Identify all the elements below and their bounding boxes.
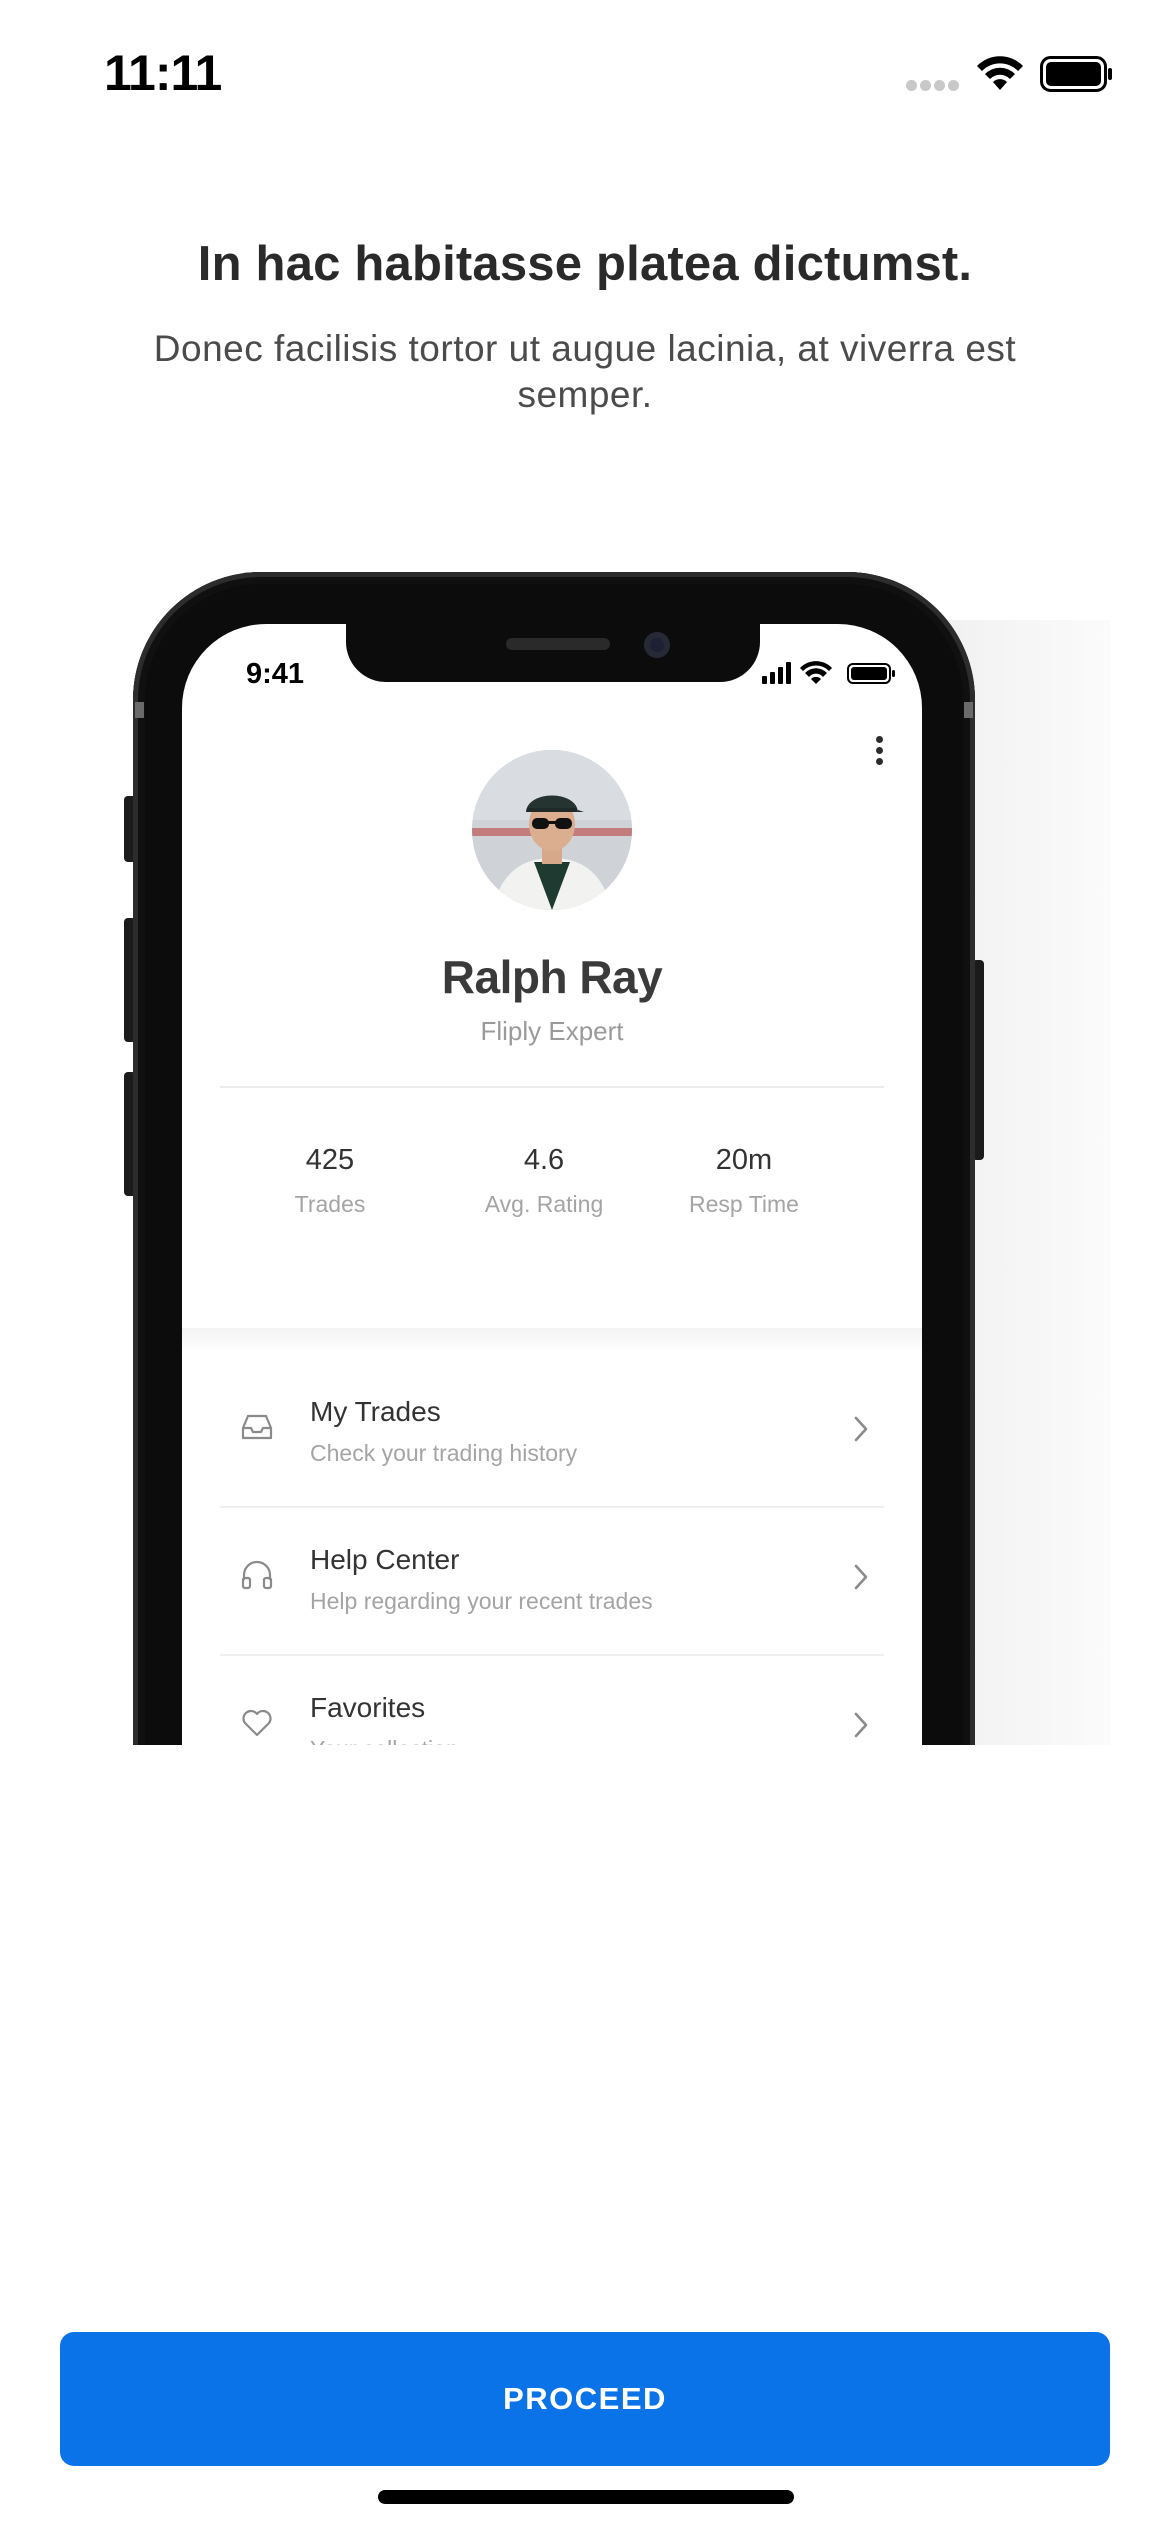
section-separator: [182, 1328, 922, 1352]
avatar-photo: [472, 750, 632, 910]
home-indicator: [378, 2490, 794, 2504]
mock-battery-icon: [847, 663, 895, 684]
phone-screen: 9:41 Ralph Ray Fliply Expert 425 Trades …: [182, 624, 922, 1745]
wifi-icon: [977, 56, 1023, 90]
proceed-button[interactable]: PROCEED: [60, 2332, 1110, 2466]
mock-status-icons: [762, 661, 895, 684]
phone-mockup-illustration: 9:41 Ralph Ray Fliply Expert 425 Trades …: [0, 560, 1170, 1745]
onboarding-title: In hac habitasse platea dictumst.: [197, 237, 973, 291]
phone-camera: [644, 632, 670, 658]
menu-item-title: Help Center: [310, 1544, 460, 1575]
menu-item-my-trades: My Trades Check your trading history: [220, 1360, 884, 1508]
menu-item-subtitle: Check your trading history: [310, 1440, 578, 1466]
cellular-signal-icon: [906, 80, 960, 94]
mock-signal-icon: [762, 662, 791, 684]
stat-label: Avg. Rating: [484, 1191, 604, 1217]
menu-item-title: My Trades: [310, 1396, 441, 1427]
menu-item-subtitle: Help regarding your recent trades: [310, 1588, 653, 1614]
battery-icon: [1040, 56, 1112, 92]
stat-label: Trades: [294, 1191, 366, 1217]
profile-name: Ralph Ray: [441, 951, 663, 1003]
chevron-right-icon: [854, 1416, 868, 1442]
menu-item-help-center: Help Center Help regarding your recent t…: [220, 1508, 884, 1656]
stat-value: 425: [305, 1144, 355, 1176]
status-bar: 11:11: [0, 0, 1170, 150]
more-options-icon: [870, 734, 890, 768]
stat-resp-time: 20m Resp Time: [644, 1144, 844, 1218]
stat-trades: 425 Trades: [230, 1144, 430, 1218]
menu-item-favorites: Favorites Your collection: [220, 1656, 884, 1745]
onboarding-subtitle: Donec facilisis tortor ut augue lacinia,…: [153, 328, 1017, 415]
phone-notch: [346, 624, 760, 682]
chevron-right-icon: [854, 1712, 868, 1738]
heart-icon: [242, 1709, 272, 1737]
profile-divider: [220, 1086, 884, 1088]
stat-value: 20m: [715, 1144, 773, 1176]
phone-antenna-line: [964, 702, 973, 718]
headphones-icon: [241, 1560, 273, 1590]
mock-status-time: 9:41: [246, 658, 305, 690]
avatar: [472, 750, 632, 910]
stat-value: 4.6: [523, 1144, 565, 1176]
stat-label: Resp Time: [689, 1191, 799, 1217]
profile-role: Fliply Expert: [480, 1016, 624, 1046]
menu-item-subtitle: Your collection: [310, 1736, 459, 1745]
inbox-icon: [241, 1414, 273, 1440]
menu-item-title: Favorites: [310, 1692, 426, 1723]
phone-antenna-line: [135, 702, 144, 718]
chevron-right-icon: [854, 1564, 868, 1590]
mock-wifi-icon: [800, 661, 832, 684]
phone-speaker: [506, 638, 610, 650]
status-time: 11:11: [104, 45, 222, 101]
stat-avg-rating: 4.6 Avg. Rating: [444, 1144, 644, 1218]
